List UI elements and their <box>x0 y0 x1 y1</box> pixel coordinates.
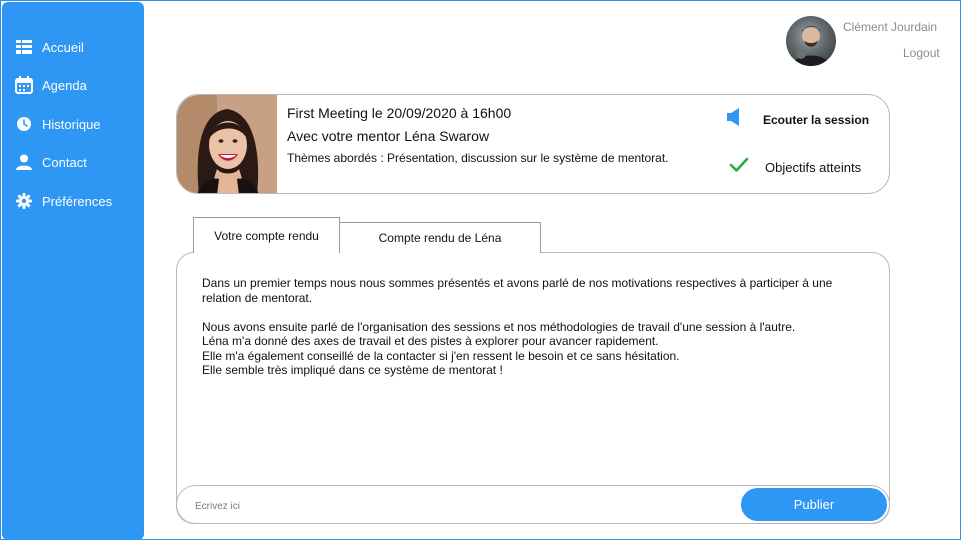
report-line: Nous avons ensuite parlé de l'organisati… <box>202 319 796 334</box>
comment-bar: Publier <box>176 485 890 524</box>
report-paragraph: Dans un premier temps nous nous sommes p… <box>202 276 833 305</box>
gear-icon <box>14 191 34 211</box>
meeting-themes: Thèmes abordés : Présentation, discussio… <box>287 151 669 165</box>
checkmark-icon <box>729 157 749 178</box>
sidebar-item-preferences[interactable]: Préférences <box>14 189 112 213</box>
sidebar-item-label: Agenda <box>42 77 87 93</box>
meeting-title: First Meeting le 20/09/2020 à 16h00 <box>287 105 512 121</box>
user-name: Clément Jourdain <box>843 20 938 34</box>
session-card: First Meeting le 20/09/2020 à 16h00 Avec… <box>176 94 890 194</box>
listen-session-button[interactable]: Ecouter la session <box>725 107 869 132</box>
sidebar-item-historique[interactable]: Historique <box>14 112 101 136</box>
report-line: Léna m'a donné des axes de travail et de… <box>202 334 659 348</box>
speaker-icon <box>725 107 743 132</box>
sidebar: Accueil Agenda Historique Contact Préfér… <box>2 2 144 540</box>
meeting-mentor: Avec votre mentor Léna Swarow <box>287 128 490 144</box>
calendar-icon <box>14 75 34 95</box>
sidebar-item-accueil[interactable]: Accueil <box>14 35 84 59</box>
clock-icon <box>14 114 34 134</box>
person-icon <box>14 152 34 172</box>
comment-input[interactable] <box>193 496 717 516</box>
sidebar-item-label: Contact <box>42 154 87 170</box>
sidebar-item-contact[interactable]: Contact <box>14 150 87 174</box>
report-line: Elle m'a également conseillé de la conta… <box>202 348 680 363</box>
tab-compte-rendu-lena[interactable]: Compte rendu de Léna <box>339 222 541 253</box>
sidebar-item-label: Préférences <box>42 193 113 209</box>
mentor-photo <box>177 95 277 193</box>
tab-votre-compte-rendu[interactable]: Votre compte rendu <box>193 217 340 253</box>
user-avatar[interactable] <box>786 16 836 66</box>
sidebar-item-agenda[interactable]: Agenda <box>14 73 87 97</box>
report-line: Elle semble très impliqué dans ce systèm… <box>202 363 503 377</box>
sidebar-item-label: Historique <box>42 116 101 132</box>
sidebar-item-label: Accueil <box>42 39 84 55</box>
goals-label: Objectifs atteints <box>765 160 862 175</box>
report-text: Dans un premier temps nous nous sommes p… <box>202 276 872 378</box>
goals-status: Objectifs atteints <box>729 157 861 178</box>
listen-session-label: Ecouter la session <box>763 112 870 127</box>
report-panel: Dans un premier temps nous nous sommes p… <box>176 252 890 524</box>
publish-button[interactable]: Publier <box>741 488 887 521</box>
logout-link[interactable]: Logout <box>903 46 940 60</box>
dashboard-icon <box>14 37 34 57</box>
